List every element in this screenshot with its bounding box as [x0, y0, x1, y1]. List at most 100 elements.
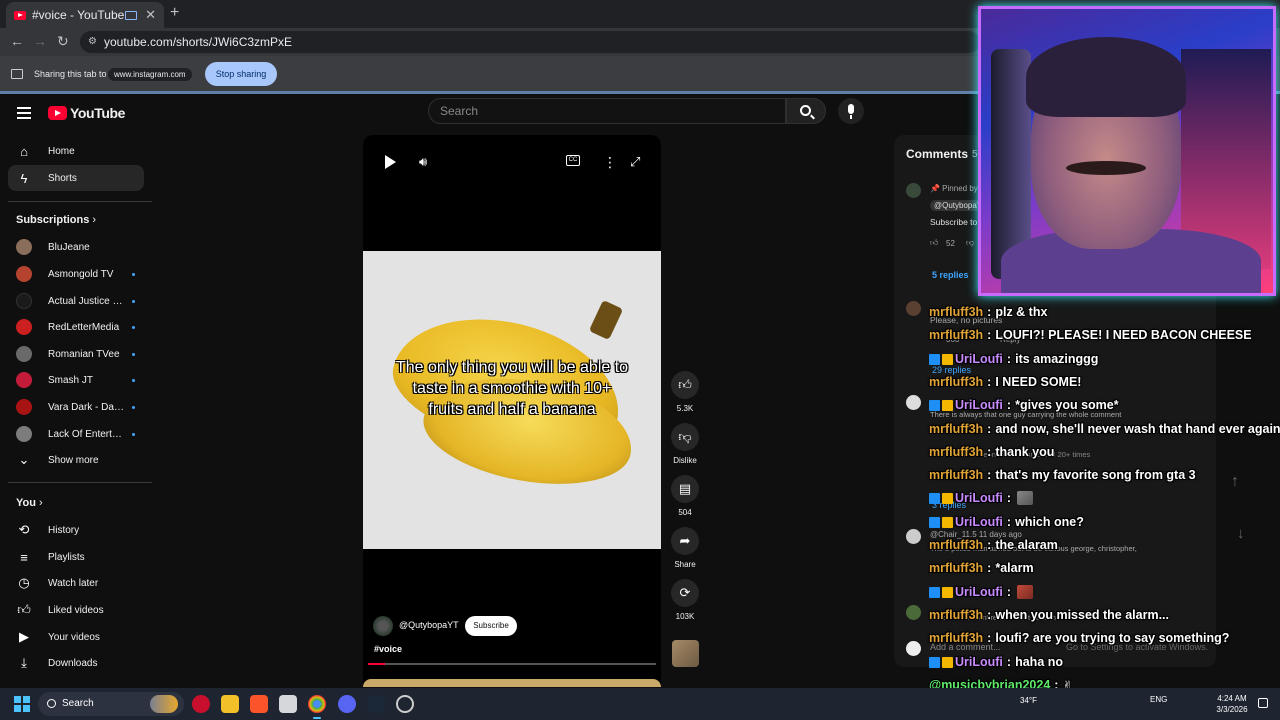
sidebar-item-playlists[interactable]: ≡ Playlists — [8, 544, 144, 570]
avatar[interactable] — [906, 395, 921, 410]
discord-icon[interactable] — [338, 695, 356, 713]
remix-count: 103K — [675, 612, 695, 621]
chat-message: UriLoufi: *gives you some* — [929, 395, 1119, 415]
volume-icon[interactable]: 🔊︎ — [419, 154, 427, 170]
chat-text: *gives you some* — [1015, 398, 1119, 412]
subscriptions-heading[interactable]: Subscriptions › — [16, 214, 96, 226]
search-input[interactable]: Search — [428, 98, 786, 124]
arrow-down-icon[interactable]: ↓ — [1237, 525, 1245, 542]
browser-tab[interactable]: #voice - YouTube ✕ — [6, 2, 164, 28]
you-heading[interactable]: You › — [16, 497, 43, 509]
clock-time: 4:24 AM — [1217, 694, 1247, 703]
dislike-button[interactable]: 👎︎ Dislike — [666, 423, 704, 465]
language-indicator[interactable]: ENG — [1150, 695, 1167, 704]
avatar[interactable] — [906, 605, 921, 620]
chat-username: mrfluff3h — [929, 422, 984, 436]
voice-search-button[interactable] — [838, 98, 864, 124]
subscription-item[interactable]: BluJeane — [8, 234, 144, 260]
subscription-item[interactable]: Asmongold TV — [8, 261, 144, 287]
subscription-item[interactable]: Vara Dark - Dark ... — [8, 394, 144, 420]
tab-sharing-icon — [125, 10, 138, 20]
next-short-preview[interactable] — [363, 679, 661, 687]
sidebar-item-shorts[interactable]: ϟ Shorts — [8, 165, 144, 191]
menu-icon[interactable] — [17, 107, 31, 119]
chrome-icon[interactable] — [308, 695, 326, 719]
widgets-icon[interactable] — [150, 695, 178, 713]
chat-emote-icon — [1017, 491, 1034, 505]
brave-icon[interactable] — [250, 695, 268, 713]
avatar[interactable] — [906, 301, 921, 316]
close-tab-icon[interactable]: ✕ — [145, 7, 156, 23]
steam-icon[interactable] — [367, 695, 385, 713]
channel-avatar[interactable] — [373, 616, 393, 636]
crown-badge-icon — [942, 516, 953, 528]
new-tab-button[interactable]: + — [170, 4, 179, 22]
more-options-icon[interactable]: ⋮ — [603, 154, 617, 171]
play-icon[interactable] — [385, 155, 396, 169]
site-info-icon[interactable]: ⚙ — [88, 31, 97, 53]
new-content-dot — [132, 325, 135, 329]
chat-message: mrfluff3h: plz & thx — [929, 302, 1047, 322]
sidebar-item-home[interactable]: ⌂ Home — [8, 138, 144, 164]
app-icon[interactable] — [192, 695, 210, 713]
notification-icon[interactable] — [1258, 698, 1268, 708]
subscribe-button[interactable]: Subscribe — [465, 616, 517, 636]
chat-message: mrfluff3h: that's my favorite song from g… — [929, 465, 1196, 485]
store-icon[interactable] — [279, 695, 297, 713]
arrow-up-icon[interactable]: ↑ — [1231, 473, 1239, 491]
avatar[interactable] — [906, 529, 921, 544]
video-hashtag[interactable]: #voice — [374, 644, 402, 654]
avatar — [16, 372, 32, 388]
fullscreen-icon[interactable]: ⤢ — [630, 154, 640, 170]
url-bar[interactable]: ⚙ youtube.com/shorts/JWi6C3zmPxE — [80, 31, 980, 53]
captions-icon[interactable]: CC — [566, 155, 580, 166]
chat-username: UriLoufi — [955, 585, 1003, 599]
forward-arrow-icon[interactable]: → — [33, 33, 47, 49]
back-arrow-icon[interactable]: ← — [10, 33, 24, 49]
channel-name[interactable]: @QutybopaYT — [399, 620, 459, 630]
share-button[interactable]: ➦ Share — [671, 527, 699, 569]
sidebar-item-liked-videos[interactable]: 👍︎ Liked videos — [8, 597, 144, 623]
windows-start-icon[interactable] — [14, 696, 30, 712]
file-explorer-icon[interactable] — [221, 695, 239, 713]
chat-separator: : — [1006, 398, 1012, 412]
sidebar-item-watch-later[interactable]: ◷ Watch later — [8, 570, 144, 596]
youtube-logo[interactable]: YouTube — [48, 105, 125, 121]
dislike-icon[interactable]: 👎︎ — [966, 238, 974, 248]
sound-thumbnail[interactable] — [672, 640, 699, 667]
subscription-item[interactable]: Lack Of Entertai... — [8, 421, 144, 447]
chat-text: its amazinggg — [1015, 352, 1099, 366]
show-more-button[interactable]: ⌄ Show more — [8, 447, 144, 473]
chat-message: mrfluff3h: I NEED SOME! — [929, 372, 1081, 392]
avatar[interactable] — [906, 183, 921, 198]
subscription-item[interactable]: Smash JT — [8, 367, 144, 393]
clock[interactable]: 4:24 AM 3/3/2026 — [1210, 693, 1254, 715]
streamer-badge-icon — [929, 353, 940, 365]
crown-badge-icon — [942, 586, 953, 598]
comments-title: Comments — [906, 147, 969, 161]
chat-message: mrfluff3h: the alaram — [929, 535, 1058, 555]
sidebar-item-history[interactable]: ⟲ History — [8, 517, 144, 543]
comments-button[interactable]: ▤ 504 — [671, 475, 699, 517]
search-button[interactable] — [786, 98, 826, 124]
remix-button[interactable]: ⟳ 103K — [671, 579, 699, 621]
obs-icon[interactable] — [396, 695, 414, 713]
subscription-label: Asmongold TV — [48, 268, 114, 280]
subscription-item[interactable]: Actual Justice W... — [8, 288, 144, 314]
chevron-right-icon: › — [92, 214, 97, 226]
reload-icon[interactable]: ↻ — [57, 33, 69, 50]
video-caption: The only thing you will be able to taste… — [395, 359, 629, 418]
replies-toggle[interactable]: 5 replies — [932, 270, 969, 280]
subscription-item[interactable]: Romanian TVee — [8, 341, 144, 367]
progress-bar[interactable] — [368, 663, 656, 665]
like-button[interactable]: 👍︎ 5.3K — [671, 371, 699, 413]
stop-sharing-button[interactable]: Stop sharing — [205, 62, 277, 86]
shorts-player[interactable]: 🔊︎ CC ⋮ ⤢ The only thing you will be abl… — [363, 135, 661, 685]
subscription-item[interactable]: RedLetterMedia — [8, 314, 144, 340]
like-icon[interactable]: 👍︎ — [930, 238, 938, 248]
chat-message: UriLoufi: — [929, 488, 1034, 508]
crown-badge-icon — [942, 656, 953, 668]
sidebar-item-downloads[interactable]: ⤓ Downloads — [8, 650, 144, 676]
weather-widget[interactable]: 34°F — [1020, 696, 1037, 705]
sidebar-item-your-videos[interactable]: ▶ Your videos — [8, 624, 144, 650]
